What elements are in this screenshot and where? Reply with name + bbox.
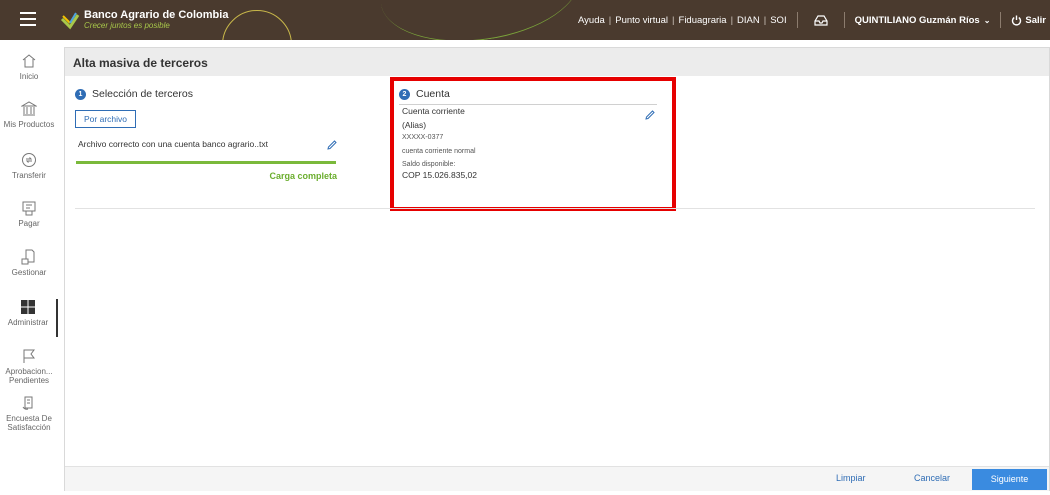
cancelar-button[interactable]: Cancelar bbox=[914, 473, 950, 483]
sidebar-item-label: Pagar bbox=[18, 219, 40, 228]
logout-button[interactable]: Salir bbox=[1011, 15, 1046, 26]
sidebar-item-label: Aprobacion... Pendientes bbox=[5, 367, 53, 385]
balance-value: COP 15.026.835,02 bbox=[402, 170, 477, 180]
upload-progress-bar bbox=[76, 161, 336, 164]
menu-icon[interactable] bbox=[20, 12, 36, 26]
title-bar: Alta masiva de terceros bbox=[65, 48, 1049, 76]
step-number-badge: 1 bbox=[75, 88, 86, 100]
nav-dian[interactable]: DIAN bbox=[737, 15, 760, 26]
limpiar-button[interactable]: Limpiar bbox=[836, 473, 866, 483]
account-alias: (Alias) bbox=[402, 120, 427, 130]
decorative-arc bbox=[374, 0, 586, 40]
user-menu[interactable]: QUINTILIANO Guzmán Ríos ⌄ bbox=[855, 15, 991, 26]
decorative-arc bbox=[222, 10, 292, 40]
sidebar-item-label: Administrar bbox=[7, 318, 49, 327]
balance-label: Saldo disponible: bbox=[402, 161, 456, 168]
main-panel: Alta masiva de terceros 1 Selección de t… bbox=[64, 47, 1050, 491]
edit-pencil-icon[interactable] bbox=[645, 110, 655, 120]
sidebar-item-administrar[interactable]: Administrar bbox=[0, 299, 58, 337]
nav-ayuda[interactable]: Ayuda bbox=[578, 15, 605, 26]
top-bar: Banco Agrario de Colombia Crecer juntos … bbox=[0, 0, 1050, 40]
siguiente-button[interactable]: Siguiente bbox=[972, 469, 1047, 490]
top-nav: Ayuda | Punto virtual | Fiduagraria | DI… bbox=[578, 0, 1050, 40]
account-type: Cuenta corriente bbox=[402, 106, 465, 116]
chevron-down-icon: ⌄ bbox=[983, 15, 991, 25]
nav-punto-virtual[interactable]: Punto virtual bbox=[615, 15, 668, 26]
brand-name: Banco Agrario de Colombia bbox=[84, 9, 229, 21]
sidebar-item-aprobaciones[interactable]: Aprobacion... Pendientes bbox=[0, 348, 58, 385]
sidebar-item-transferir[interactable]: Transferir bbox=[0, 152, 58, 180]
user-name: QUINTILIANO Guzmán Ríos bbox=[854, 14, 980, 26]
home-icon bbox=[22, 54, 36, 68]
upload-status: Carga completa bbox=[269, 171, 337, 181]
sidebar-item-mis-productos[interactable]: Mis Productos bbox=[0, 101, 58, 129]
grid-icon bbox=[21, 300, 35, 314]
flag-icon bbox=[23, 349, 35, 363]
sidebar-item-label: Inicio bbox=[19, 72, 39, 81]
section-divider bbox=[75, 208, 1035, 209]
por-archivo-button[interactable]: Por archivo bbox=[75, 110, 136, 128]
sidebar-item-pagar[interactable]: Pagar bbox=[0, 200, 58, 228]
edit-pencil-icon[interactable] bbox=[327, 140, 337, 150]
highlight-box bbox=[390, 77, 676, 211]
sidebar-item-label: Gestionar bbox=[11, 268, 47, 277]
sidebar-item-label: Transferir bbox=[12, 171, 46, 180]
sidebar-item-label: Mis Productos bbox=[3, 120, 55, 129]
sidebar-item-gestionar[interactable]: Gestionar bbox=[0, 249, 58, 277]
step-seleccion-terceros: 1 Selección de terceros Por archivo Arch… bbox=[75, 88, 337, 181]
brand-tagline: Crecer juntos es posible bbox=[84, 21, 170, 30]
logout-label: Salir bbox=[1025, 14, 1046, 26]
nav-soi[interactable]: SOI bbox=[770, 15, 786, 26]
account-number: XXXXX-0377 bbox=[402, 134, 444, 141]
step-cuenta: 2 Cuenta Cuenta corriente (Alias) XXXXX-… bbox=[390, 77, 676, 211]
action-footer: Limpiar Cancelar Siguiente bbox=[65, 466, 1049, 491]
page-title: Alta masiva de terceros bbox=[73, 56, 208, 70]
upload-progress-fill bbox=[76, 161, 336, 164]
inbox-icon[interactable] bbox=[813, 14, 828, 26]
sidebar-item-encuesta[interactable]: Encuesta De Satisfacción bbox=[0, 395, 58, 432]
nav-fiduagraria[interactable]: Fiduagraria bbox=[679, 15, 727, 26]
bank-icon bbox=[21, 101, 37, 116]
manage-icon bbox=[21, 249, 35, 265]
account-subtype: cuenta corriente normal bbox=[402, 148, 476, 155]
uploaded-filename: Archivo correcto con una cuenta banco ag… bbox=[78, 139, 268, 149]
survey-icon bbox=[22, 396, 33, 410]
pay-icon bbox=[22, 201, 36, 216]
power-icon bbox=[1012, 15, 1022, 25]
transfer-icon bbox=[22, 153, 36, 167]
sidebar-item-inicio[interactable]: Inicio bbox=[0, 53, 58, 81]
sidebar: Inicio Mis Productos Transferir Pagar Ge… bbox=[0, 40, 58, 495]
brand-logo-icon bbox=[60, 12, 80, 30]
step-title: Selección de terceros bbox=[92, 88, 193, 100]
sidebar-item-label: Encuesta De Satisfacción bbox=[6, 414, 52, 432]
